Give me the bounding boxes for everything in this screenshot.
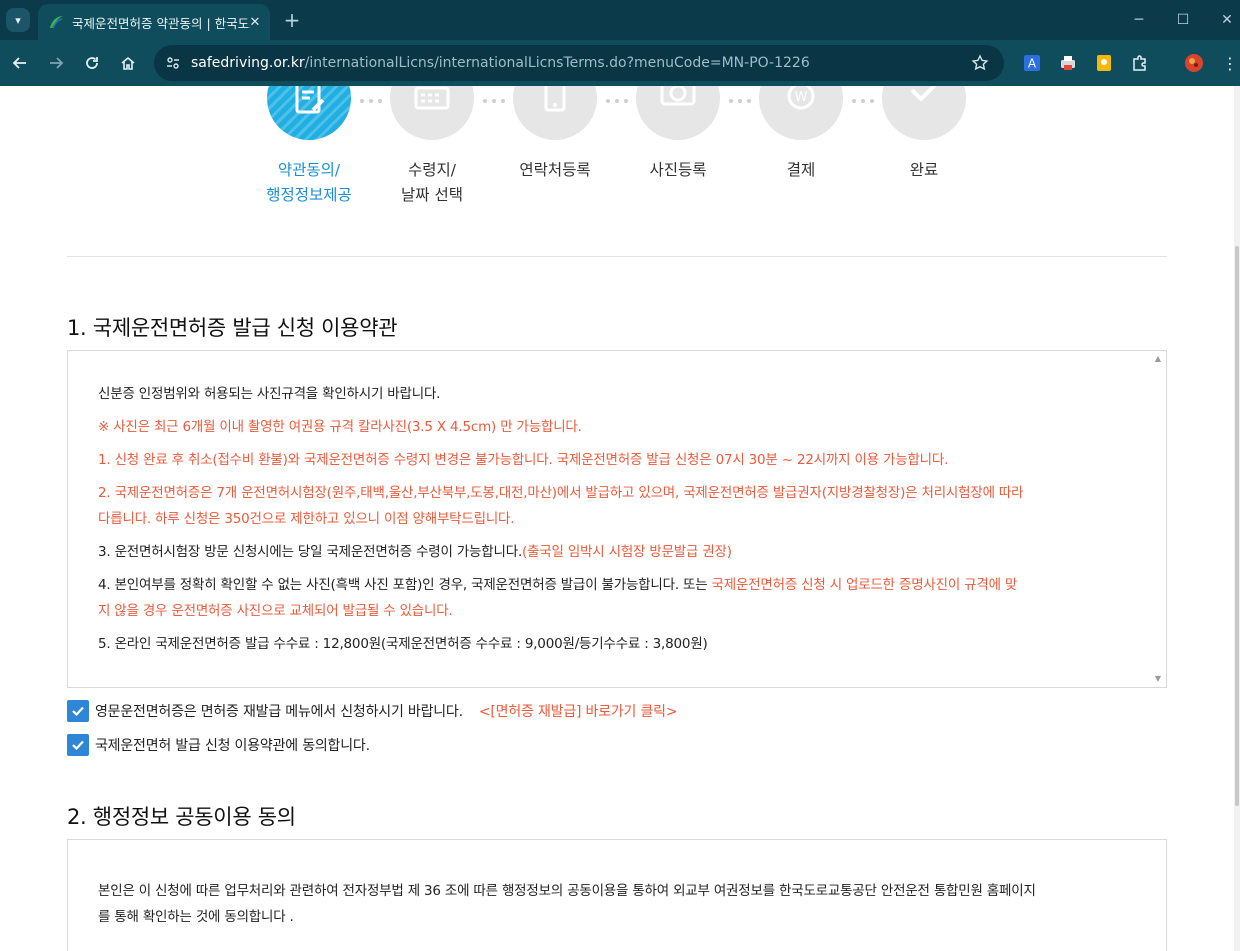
terms-item-4-note: 국제운전면허증 신청 시 업로드한 증명사진이 규격에 맞 <box>711 577 1018 593</box>
step-2-label: 수령지/ 날짜 선택 <box>362 158 502 208</box>
step-connector <box>729 98 751 104</box>
consent-text-line-2: 를 통해 확인하는 것에 동의합니다 . <box>98 909 294 925</box>
consent-text-line-1: 본인은 이 신청에 따른 업무처리와 관련하여 전자정부법 제 36 조에 따른… <box>98 883 1036 899</box>
step-1-label-line1: 약관동의/ <box>277 161 341 179</box>
step-5-won-icon: W <box>759 86 843 140</box>
page-scrollbar-thumb[interactable] <box>1235 246 1239 806</box>
site-info-icon[interactable] <box>164 54 182 72</box>
browser-tab-bar: ▾ 국제운전면허증 약관동의 | 한국도로교통공단 ✕ + ─ ☐ ✕ <box>0 0 1240 40</box>
scroll-down-arrow-icon[interactable]: ▼ <box>1153 674 1163 684</box>
translate-extension-icon[interactable]: A <box>1022 53 1042 73</box>
step-2-label-line1: 수령지/ <box>407 161 456 179</box>
terms-item-3-note: (출국일 임박시 시험장 방문발급 권장) <box>522 544 732 560</box>
tab-title: 국제운전면허증 약관동의 | 한국도로교통공단 <box>72 15 250 31</box>
step-connector <box>483 98 505 104</box>
step-3-phone-icon <box>513 86 597 140</box>
reissue-shortcut-link[interactable]: <[면허증 재발급] 바로가기 클릭> <box>479 701 678 721</box>
maximize-icon[interactable]: ☐ <box>1170 8 1196 32</box>
step-1-document-pen-icon <box>267 86 351 140</box>
section-2-title: 2. 행정정보 공동이용 동의 <box>67 805 296 829</box>
step-1-label-line2: 행정정보제공 <box>266 186 352 204</box>
agree-terms-check-row: 국제운전면허 발급 신청 이용약관에 동의합니다. <box>67 734 370 756</box>
url-path: /internationalLicns/internationalLicnsTe… <box>304 55 810 71</box>
agree-terms-checkbox[interactable] <box>67 734 89 756</box>
step-6-label: 완료 <box>909 161 939 179</box>
forward-icon[interactable] <box>44 51 68 75</box>
printer-extension-icon[interactable] <box>1058 53 1078 73</box>
terms-item-2-line-2: 다릅니다. 하루 신청은 350건으로 제한하고 있으니 이점 양해부탁드립니다… <box>98 511 515 527</box>
keep-extension-icon[interactable] <box>1094 53 1114 73</box>
english-license-text: 영문운전면허증은 면허증 재발급 메뉴에서 신청하시기 바랍니다. <box>95 704 463 720</box>
reload-icon[interactable] <box>80 51 104 75</box>
step-connector <box>606 98 628 104</box>
page-scrollbar[interactable] <box>1234 86 1240 951</box>
step-3-label: 연락처등록 <box>519 161 591 179</box>
browser-tab-active[interactable]: 국제운전면허증 약관동의 | 한국도로교통공단 ✕ <box>38 4 270 40</box>
page-content: W 약관동의/ 행정정보제공 수령지/ 날짜 선택 연락처등록 사진등록 결제 … <box>0 86 1240 951</box>
terms-item-5: 5. 온라인 국제운전면허증 발급 수수료 : 12,800원(국제운전면허증 … <box>98 636 708 652</box>
step-4-camera-icon <box>636 86 720 140</box>
terms-item-1: 1. 신청 완료 후 취소(접수비 환불)와 국제운전면허증 수령지 변경은 불… <box>98 452 949 468</box>
home-icon[interactable] <box>116 51 140 75</box>
profile-avatar-icon[interactable] <box>1184 53 1204 73</box>
back-icon[interactable] <box>8 51 32 75</box>
step-connector <box>360 98 382 104</box>
tab-close-icon[interactable]: ✕ <box>246 13 264 31</box>
section-1-title: 1. 국제운전면허증 발급 신청 이용약관 <box>67 316 398 340</box>
terms-scroll-box[interactable]: ▲ 신분증 인정범위와 허용되는 사진규격을 확인하시기 바랍니다. ※ 사진은… <box>67 350 1167 688</box>
terms-photo-note: ※ 사진은 최근 6개월 이내 촬영한 여권용 규격 칼라사진(3.5 X 4.… <box>98 419 582 435</box>
address-bar[interactable]: safedriving.or.kr/internationalLicns/int… <box>154 45 1004 81</box>
svg-text:W: W <box>795 90 808 105</box>
browser-toolbar: safedriving.or.kr/internationalLicns/int… <box>0 40 1240 86</box>
new-tab-icon[interactable]: + <box>280 8 304 32</box>
english-license-checkbox[interactable] <box>67 700 89 722</box>
browser-menu-icon[interactable]: ⋮ <box>1220 53 1240 73</box>
step-2-calendar-icon <box>390 86 474 140</box>
terms-item-4-line-1: 4. 본인여부를 정확히 확인할 수 없는 사진(흑백 사진 포함)인 경우, … <box>98 572 1128 598</box>
site-favicon-icon <box>48 14 64 30</box>
step-4-label: 사진등록 <box>649 161 707 179</box>
url-host: safedriving.or.kr <box>191 55 305 71</box>
url-text: safedriving.or.kr/internationalLicns/int… <box>191 55 810 71</box>
extensions-puzzle-icon[interactable] <box>1130 53 1150 73</box>
terms-item-4-line-2: 지 않을 경우 운전면허증 사진으로 교체되어 발급될 수 있습니다. <box>98 603 453 619</box>
step-6-check-icon <box>882 86 966 140</box>
terms-item-3-text: 3. 운전면허시험장 방문 신청시에는 당일 국제운전면허증 수령이 가능합니다… <box>98 544 523 560</box>
step-5-label: 결제 <box>786 161 816 179</box>
section-divider <box>67 256 1167 257</box>
english-license-check-row: 영문운전면허증은 면허증 재발급 메뉴에서 신청하시기 바랍니다. <[면허증 … <box>67 700 678 722</box>
terms-intro: 신분증 인정범위와 허용되는 사진규격을 확인하시기 바랍니다. <box>98 386 441 402</box>
minimize-icon[interactable]: ─ <box>1126 8 1152 32</box>
admin-info-consent-box[interactable]: 본인은 이 신청에 따른 업무처리와 관련하여 전자정부법 제 36 조에 따른… <box>67 839 1167 951</box>
terms-item-4-text: 4. 본인여부를 정확히 확인할 수 없는 사진(흑백 사진 포함)인 경우, … <box>98 577 712 593</box>
tab-search-icon[interactable]: ▾ <box>6 8 30 32</box>
svg-text:A: A <box>1028 57 1037 71</box>
step-2-label-line2: 날짜 선택 <box>401 186 463 204</box>
step-1-label: 약관동의/ 행정정보제공 <box>239 158 379 208</box>
terms-item-2-line-1: 2. 국제운전면허증은 7개 운전면허시험장(원주,태백,울산,부산북부,도봉,… <box>98 485 1024 501</box>
window-close-icon[interactable]: ✕ <box>1214 8 1240 32</box>
agree-terms-label[interactable]: 국제운전면허 발급 신청 이용약관에 동의합니다. <box>95 735 370 755</box>
bookmark-star-icon[interactable] <box>970 53 990 73</box>
terms-item-3: 3. 운전면허시험장 방문 신청시에는 당일 국제운전면허증 수령이 가능합니다… <box>98 539 1128 565</box>
scroll-up-arrow-icon[interactable]: ▲ <box>1153 354 1163 364</box>
step-connector <box>852 98 874 104</box>
